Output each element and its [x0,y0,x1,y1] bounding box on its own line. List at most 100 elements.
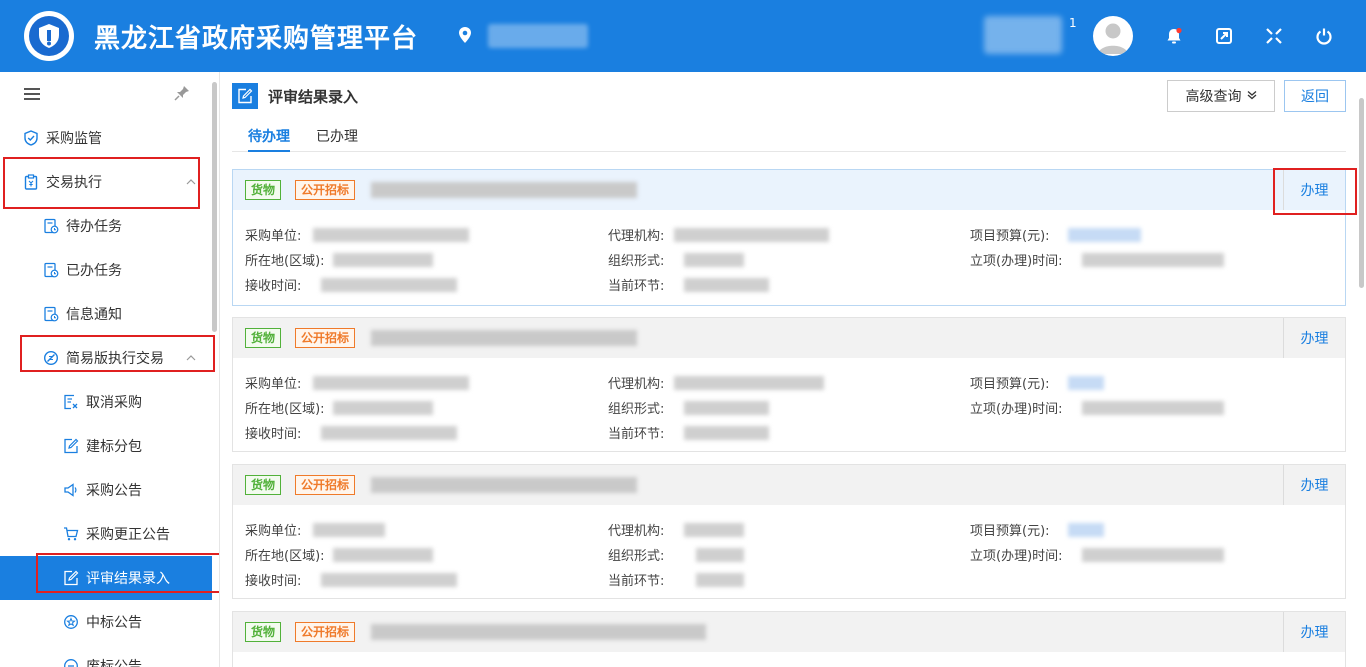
window-icon[interactable] [1214,26,1234,46]
field-label-setup-time: 立项(办理)时间: [970,549,1063,564]
task-card: 货物 公开招标 办理 [232,611,1346,667]
app-title: 黑龙江省政府采购管理平台 [94,24,419,54]
value-redacted [696,548,744,562]
sidebar-scrollbar[interactable] [212,82,217,332]
task-doc-icon [42,305,60,323]
sidebar-item-build-package[interactable]: 建标分包 [0,424,212,468]
sidebar-item-cancel-procurement[interactable]: 取消采购 [0,380,212,424]
sidebar-item-label: 中标公告 [86,615,142,631]
task-card: 货物 公开招标 办理 采购单位: 代理机构: 项目预算(元): 所在地(区域):… [232,464,1346,599]
sidebar-item-notifications[interactable]: 信息通知 [0,292,212,336]
value-redacted [684,426,769,440]
field-label-budget: 项目预算(元): [970,229,1050,244]
sidebar-item-label: 取消采购 [86,395,142,411]
advanced-search-label: 高级查询 [1185,89,1242,105]
shield-check-icon [22,129,40,147]
bell-icon[interactable] [1164,26,1184,46]
logo [24,11,74,61]
pin-icon[interactable] [174,85,190,105]
content-scrollbar[interactable] [1359,98,1364,288]
field-label-org-form: 组织形式: [608,254,665,269]
value-redacted [674,376,824,390]
menu-icon[interactable] [24,87,40,105]
field-label-agency: 代理机构: [608,377,665,392]
shield-emblem-icon [39,24,59,48]
value-redacted [321,278,457,292]
sidebar: 采购监管 交易执行 待办任务 已办任务 信息通知 简易版执行交易 取消采购 建标… [0,72,220,667]
field-label-location: 所在地(区域): [245,254,325,269]
value-redacted [333,548,433,562]
value-redacted [684,278,769,292]
back-button[interactable]: 返回 [1284,80,1346,112]
top-header: 黑龙江省政府采购管理平台 1 [0,0,1366,72]
sidebar-item-label: 采购更正公告 [86,527,170,543]
location-text-redacted[interactable] [488,24,588,48]
category-tag: 货物 [245,180,282,200]
value-redacted [1068,376,1104,390]
tab-pending[interactable]: 待办理 [248,126,290,152]
field-label-location: 所在地(区域): [245,549,325,564]
handle-link[interactable]: 办理 [1283,612,1345,652]
value-redacted [321,573,457,587]
task-card: 货物 公开招标 办理 采购单位: 代理机构: 项目预算(元): 所在地(区域):… [232,317,1346,452]
task-doc-icon [42,261,60,279]
fullscreen-icon[interactable] [1264,26,1284,46]
tab-done[interactable]: 已办理 [316,126,358,152]
sidebar-item-label: 采购公告 [86,483,142,499]
value-redacted [1068,228,1141,242]
award-icon [62,613,80,631]
category-tag: 货物 [245,622,282,642]
abandon-icon [62,657,80,667]
field-label-agency: 代理机构: [608,524,665,539]
avatar[interactable] [1093,16,1133,56]
sidebar-item-correction-notice[interactable]: 采购更正公告 [0,512,212,556]
location-icon[interactable] [458,26,472,48]
advanced-search-button[interactable]: 高级查询 [1167,80,1275,112]
handle-link[interactable]: 办理 [1283,318,1345,358]
field-label-receive-time: 接收时间: [245,427,302,442]
project-name-redacted [371,330,637,346]
value-redacted [333,253,433,267]
edit-doc-icon [232,83,258,109]
project-name-redacted [371,624,706,640]
cart-icon [62,525,80,543]
value-redacted [684,401,769,415]
sidebar-item-abandon-notice[interactable]: 废标公告 [0,644,212,667]
sidebar-item-label: 已办任务 [66,263,122,279]
sidebar-item-procurement-supervision[interactable]: 采购监管 [0,116,212,160]
field-label-setup-time: 立项(办理)时间: [970,402,1063,417]
category-tag: 货物 [245,475,282,495]
field-label-budget: 项目预算(元): [970,377,1050,392]
value-redacted [1082,253,1224,267]
sidebar-item-pending-tasks[interactable]: 待办任务 [0,204,212,248]
main-content: 评审结果录入 高级查询 返回 待办理 已办理 货物 公开招标 办理 采购单位: … [220,72,1366,667]
task-doc-icon [42,217,60,235]
handle-link[interactable]: 办理 [1283,465,1345,505]
sidebar-toolbar [0,72,219,116]
sidebar-item-award-notice[interactable]: 中标公告 [0,600,212,644]
field-label-receive-time: 接收时间: [245,574,302,589]
value-redacted [1082,548,1224,562]
doc-cancel-icon [62,393,80,411]
method-tag: 公开招标 [295,328,356,348]
value-redacted [684,253,744,267]
method-tag: 公开招标 [295,180,356,200]
card-header: 货物 公开招标 办理 [233,318,1345,358]
power-icon[interactable] [1314,26,1334,46]
field-label-org-form: 组织形式: [608,402,665,417]
sidebar-item-label: 废标公告 [86,659,142,667]
value-redacted [674,228,829,242]
double-chevron-down-icon [1247,88,1257,104]
field-label-org-form: 组织形式: [608,549,665,564]
field-label-unit: 采购单位: [245,229,302,244]
field-label-stage: 当前环节: [608,279,665,294]
sidebar-item-label: 建标分包 [86,439,142,455]
user-count-badge: 1 [1069,16,1077,30]
method-tag: 公开招标 [295,622,356,642]
tab-bar: 待办理 已办理 [232,120,1346,152]
field-label-stage: 当前环节: [608,574,665,589]
project-name-redacted [371,182,637,198]
user-name-redacted[interactable] [984,16,1062,54]
sidebar-item-done-tasks[interactable]: 已办任务 [0,248,212,292]
sidebar-item-procurement-notice[interactable]: 采购公告 [0,468,212,512]
